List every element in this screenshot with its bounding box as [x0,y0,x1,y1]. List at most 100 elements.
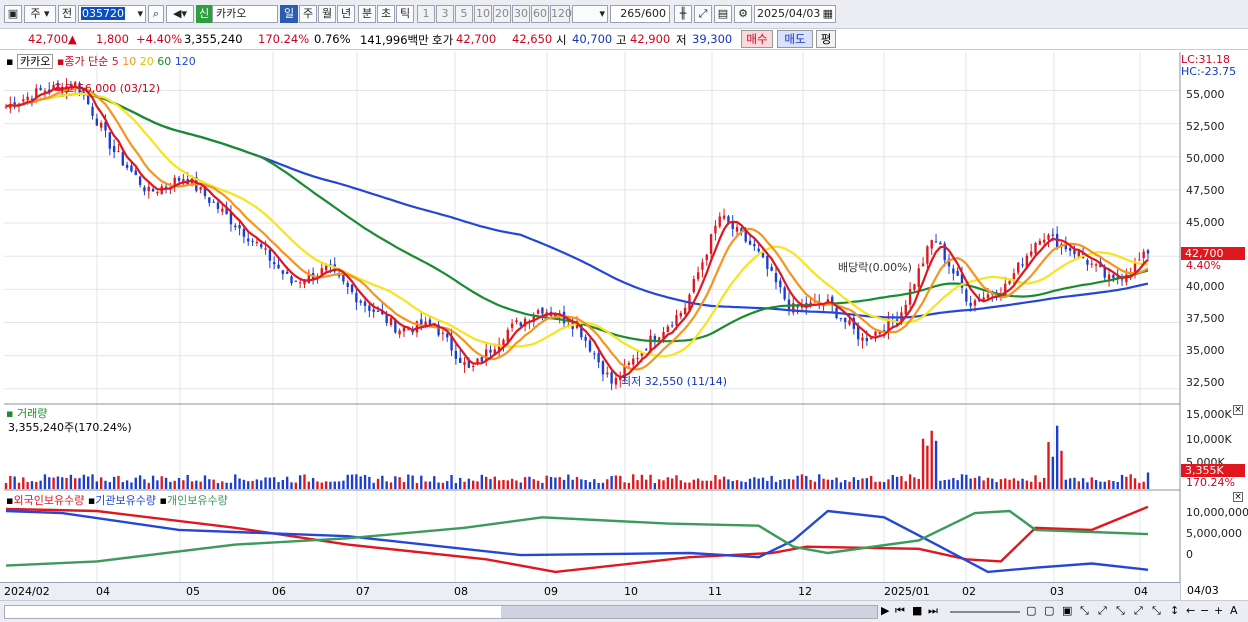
scroll-track[interactable] [4,605,878,619]
volume-value: 3,355,240주(170.24%) [8,421,132,434]
close-icon[interactable]: × [1233,492,1243,502]
volume-bar [1129,474,1132,489]
x-label: 06 [272,585,286,598]
price-tick: 32,500 [1186,376,1225,389]
arrow-icon[interactable]: ⤡ [1152,604,1161,618]
volume-bar [385,481,388,489]
x-label: 10 [624,585,638,598]
volume-bar [545,475,548,489]
volume-bar [368,476,371,489]
scroll-thumb[interactable] [501,606,877,618]
candle-body [934,241,938,243]
volume-bar [56,476,60,489]
candle-body [601,361,605,375]
volume-bar [1038,482,1042,489]
arrow-icon[interactable]: ⤢ [1098,604,1107,618]
candle-body [519,322,522,326]
volume-bar [571,479,574,489]
candle-body [921,263,925,267]
volume-bar [1125,476,1128,489]
volume-bar [895,476,899,489]
stock-chart[interactable] [0,0,1248,621]
plus-icon[interactable]: + [1214,604,1223,617]
candle-body [735,226,739,232]
volume-bar [973,477,977,489]
volume-bar [30,481,34,489]
volume-bar [1077,481,1080,489]
layout-icon[interactable]: ▣ [1062,604,1072,617]
arrow-icon[interactable]: ⤢ [1134,604,1143,618]
candle-body [627,362,631,365]
stop-icon[interactable]: ■ [912,604,922,617]
zoom-slider[interactable] [950,611,1020,613]
volume-bar [182,480,185,489]
volume-bar [645,479,648,489]
volume-bar [1025,480,1029,489]
arrow-icon[interactable]: ⤡ [1080,604,1089,618]
volume-bar [969,478,972,489]
volume-bar [683,482,687,489]
play-icon[interactable]: ▶ [881,604,889,617]
candle-body [658,337,661,340]
x-label: 05 [186,585,200,598]
volume-bar [740,481,743,489]
candle-body [926,246,929,264]
volume-bar [653,483,657,489]
font-size-icon[interactable]: A [1230,604,1238,617]
volume-bar [82,474,86,489]
candle-body [26,96,29,101]
volume-bar [692,479,695,489]
candle-body [1030,251,1033,256]
legend-stock-name[interactable]: 카카오 [16,54,54,69]
minus-icon[interactable]: − [1200,604,1209,617]
crosshair-icon[interactable]: ↕ [1170,604,1179,617]
volume-bar [1034,475,1037,489]
volume-bar [614,475,618,489]
candle-body [143,187,146,192]
candle-body [242,228,246,237]
candle-body [939,242,942,245]
volume-bar [774,481,778,489]
volume-bar [632,474,635,489]
candle-body [614,378,618,385]
rewind-icon[interactable]: ⏮ [895,604,905,618]
volume-bar [658,479,661,489]
volume-bar [143,479,146,489]
candle-body [428,319,432,325]
volume-bar [4,482,8,489]
candle-body [247,238,250,242]
arrow-icon[interactable]: ⤡ [1116,604,1125,618]
candle-body [199,187,202,190]
volume-bar [112,476,116,489]
candle-body [1086,259,1089,265]
candle-body [376,310,380,312]
volume-bar [61,477,64,489]
volume-bar [670,478,674,489]
candle-body [324,265,328,271]
close-icon[interactable]: × [1233,405,1243,415]
candle-body [670,325,674,327]
volume-bar [666,477,670,489]
forward-icon[interactable]: ⏭ [928,604,938,618]
volume-bar [1086,482,1089,489]
volume-bar [1146,472,1150,489]
volume-bar [43,474,47,489]
candle-body [844,317,847,323]
layout-icon[interactable]: ▢ [1044,604,1054,617]
volume-bar [156,480,159,489]
layout-icon[interactable]: ▢ [1026,604,1036,617]
candle-body [908,289,912,305]
candle-body [506,329,509,342]
left-arrow-icon[interactable]: ← [1186,604,1195,617]
candle-body [264,248,267,250]
x-label: 12 [798,585,812,598]
holder-legend: ▪외국인보유수량 ▪기관보유수량 ▪개인보유수량 [6,492,228,508]
volume-bar [913,477,916,489]
volume-bar [303,474,306,489]
volume-bar [1116,481,1119,489]
candle-body [536,310,540,314]
volume-bar [454,483,458,489]
volume-bar [463,481,466,489]
candle-body [446,333,449,338]
legend-ma60: 60 [157,55,172,68]
